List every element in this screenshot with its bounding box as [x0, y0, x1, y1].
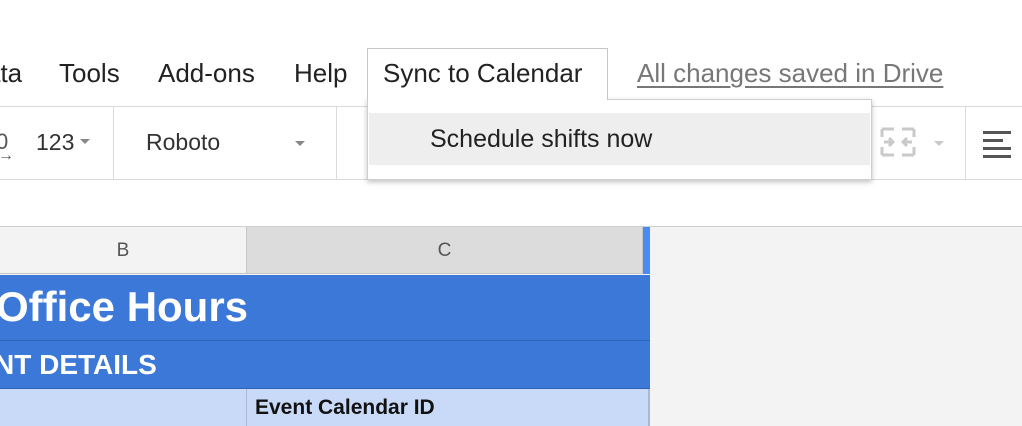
column-header-c[interactable]: C: [247, 227, 643, 274]
sheet-grid: B C Office Hours NT DETAILS Event Calend…: [0, 227, 1022, 426]
column-header-b[interactable]: B: [0, 227, 247, 274]
column-selection-edge: [643, 227, 650, 274]
toolbar-divider: [113, 107, 114, 179]
menu-data[interactable]: ata: [0, 57, 22, 89]
increase-decimal-button[interactable]: 0 →: [0, 129, 14, 164]
font-family-dropdown[interactable]: Roboto: [146, 129, 220, 156]
menu-tools[interactable]: Tools: [59, 57, 120, 89]
align-left-icon[interactable]: [983, 129, 1013, 164]
row-edge: [648, 389, 650, 426]
font-dropdown-chevron-icon[interactable]: [295, 141, 305, 146]
merge-dropdown-chevron-icon[interactable]: [934, 141, 944, 146]
field-row[interactable]: Event Calendar ID: [0, 389, 650, 426]
chevron-down-icon: [80, 139, 91, 145]
merge-cells-icon[interactable]: [880, 127, 916, 162]
formula-bar[interactable]: [0, 180, 1022, 227]
toolbar-divider: [336, 107, 337, 179]
number-format-label: 123: [36, 129, 75, 155]
menu-sync-to-calendar[interactable]: Sync to Calendar: [367, 48, 608, 100]
section-heading: NT DETAILS: [0, 349, 157, 380]
section-row[interactable]: NT DETAILS: [0, 341, 650, 389]
sheet-title: Office Hours: [0, 283, 249, 330]
save-status-link[interactable]: All changes saved in Drive: [637, 57, 943, 89]
cell-b[interactable]: [0, 389, 247, 426]
sync-to-calendar-menu: Schedule shifts now: [367, 99, 872, 180]
font-family-label: Roboto: [146, 129, 221, 155]
title-row[interactable]: Office Hours: [0, 275, 650, 341]
cell-event-calendar-id[interactable]: Event Calendar ID: [255, 396, 435, 420]
toolbar-divider: [965, 107, 966, 179]
menu-item-schedule-shifts-now[interactable]: Schedule shifts now: [369, 113, 870, 165]
menu-help[interactable]: Help: [294, 57, 347, 89]
number-format-dropdown[interactable]: 123: [36, 129, 91, 156]
menu-add-ons[interactable]: Add-ons: [158, 57, 255, 89]
menu-bar: ata Tools Add-ons Help Sync to Calendar …: [0, 0, 1022, 106]
decimal-arrow-icon: →: [0, 147, 14, 164]
